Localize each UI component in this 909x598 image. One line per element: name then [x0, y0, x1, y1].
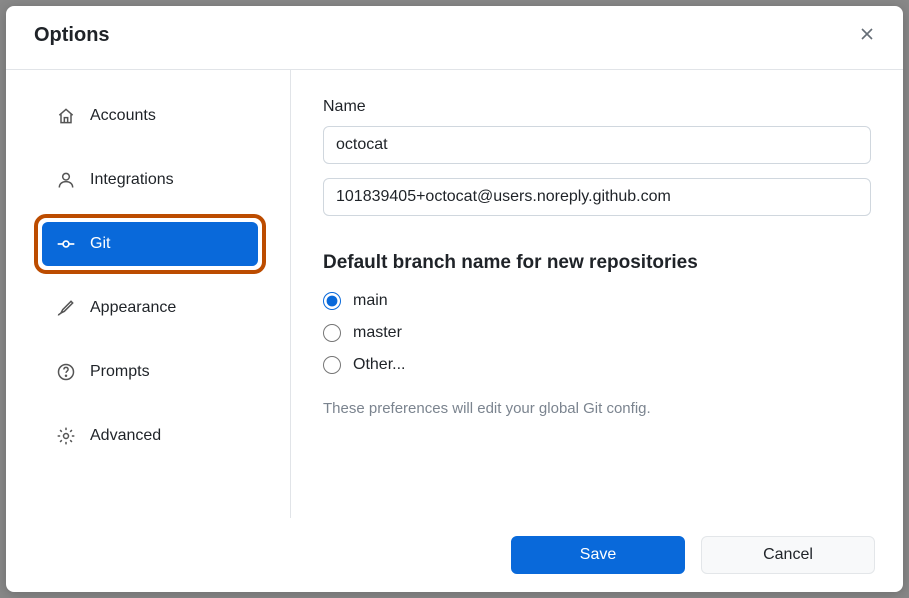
sidebar-item-label: Accounts [90, 107, 156, 125]
save-button[interactable]: Save [511, 536, 685, 574]
paintbrush-icon [56, 298, 76, 318]
sidebar-item-label: Integrations [90, 171, 174, 189]
modal-header: Options [6, 6, 903, 70]
default-branch-heading: Default branch name for new repositories [323, 252, 871, 274]
person-icon [56, 170, 76, 190]
sidebar-item-label: Appearance [90, 299, 176, 317]
branch-option-master[interactable]: master [323, 324, 871, 342]
git-commit-icon [56, 234, 76, 254]
modal-title: Options [34, 24, 110, 47]
sidebar-highlight: Git [34, 214, 266, 274]
radio-other[interactable] [323, 356, 341, 374]
question-icon [56, 362, 76, 382]
email-input[interactable] [323, 178, 871, 216]
name-input[interactable] [323, 126, 871, 164]
config-hint: These preferences will edit your global … [323, 400, 871, 417]
sidebar-item-git[interactable]: Git [42, 222, 258, 266]
branch-option-main[interactable]: main [323, 292, 871, 310]
branch-option-other[interactable]: Other... [323, 356, 871, 374]
sidebar-item-accounts[interactable]: Accounts [42, 94, 258, 138]
sidebar-item-prompts[interactable]: Prompts [42, 350, 258, 394]
sidebar-item-appearance[interactable]: Appearance [42, 286, 258, 330]
options-modal: Options Accounts Integrations [6, 6, 903, 592]
name-label: Name [323, 98, 871, 116]
sidebar-item-label: Git [90, 235, 110, 253]
sidebar-item-integrations[interactable]: Integrations [42, 158, 258, 202]
radio-other-label[interactable]: Other... [353, 356, 405, 374]
sidebar-item-label: Prompts [90, 363, 150, 381]
content-panel: Name Default branch name for new reposit… [291, 70, 903, 518]
close-button[interactable] [855, 22, 879, 49]
radio-master[interactable] [323, 324, 341, 342]
radio-master-label[interactable]: master [353, 324, 402, 342]
home-icon [56, 106, 76, 126]
gear-icon [56, 426, 76, 446]
modal-body: Accounts Integrations Git [6, 70, 903, 518]
radio-main[interactable] [323, 292, 341, 310]
sidebar-item-advanced[interactable]: Advanced [42, 414, 258, 458]
cancel-button[interactable]: Cancel [701, 536, 875, 574]
modal-footer: Save Cancel [6, 518, 903, 592]
sidebar: Accounts Integrations Git [6, 70, 291, 518]
close-icon [859, 26, 875, 45]
radio-main-label[interactable]: main [353, 292, 388, 310]
sidebar-item-label: Advanced [90, 427, 161, 445]
